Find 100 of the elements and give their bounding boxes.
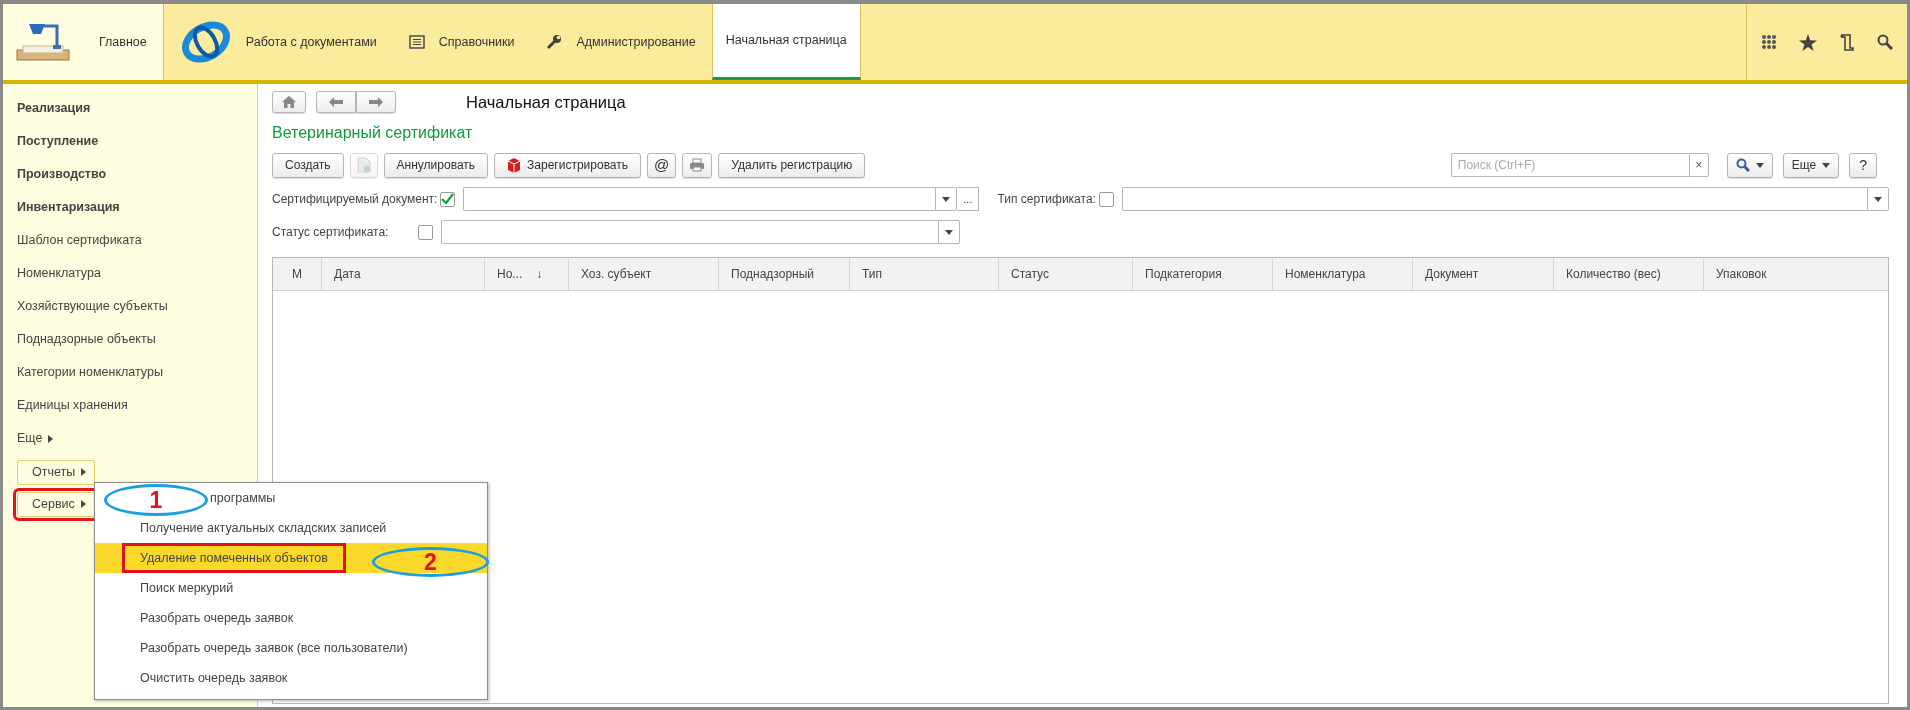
forward-button[interactable] — [356, 91, 396, 114]
section-link[interactable]: Реализация — [17, 92, 257, 125]
filter-checkbox[interactable] — [440, 191, 456, 207]
back-button[interactable] — [316, 91, 356, 114]
column-title: М — [292, 265, 302, 283]
column-title: Тип — [862, 265, 882, 283]
search-icon[interactable] — [1877, 34, 1893, 50]
scroll-icon[interactable] — [1839, 33, 1855, 51]
caret-icon — [942, 196, 951, 202]
column-header[interactable]: Дата — [322, 257, 485, 290]
column-header[interactable]: Подкатегория — [1133, 257, 1273, 290]
filter-field[interactable] — [1121, 187, 1867, 212]
filter-label: Тип сертификата: — [997, 191, 1096, 209]
toolbar-button[interactable]: Аннулировать — [383, 152, 489, 178]
command-link[interactable]: Шаблон сертификата — [17, 224, 257, 257]
callout-number: 1 — [104, 484, 208, 516]
register-button[interactable]: Зарегистрировать — [494, 152, 642, 178]
column-header[interactable]: Статус — [999, 257, 1133, 290]
filter-label: Статус сертификата: — [272, 224, 390, 242]
command-link[interactable]: Единицы хранения — [17, 389, 257, 422]
dropdown-button[interactable] — [938, 220, 960, 245]
toolbar-button[interactable]: Удалить регистрацию — [718, 152, 866, 178]
menu-item[interactable]: программы — [207, 483, 487, 513]
section-link[interactable]: Производство — [17, 158, 257, 191]
command-link[interactable]: Поднадзорные объекты — [17, 323, 257, 356]
home-icon — [282, 96, 296, 109]
filter-label: Сертифицируемый документ: — [272, 191, 438, 209]
apps-grid-icon[interactable] — [1761, 34, 1777, 50]
column-title: Подкатегория — [1145, 265, 1222, 283]
toolbar-button[interactable]: @ — [647, 152, 677, 178]
checkmark-icon — [441, 193, 455, 206]
column-header[interactable]: Тип — [850, 257, 999, 290]
column-header[interactable]: Упаковок — [1704, 257, 1888, 290]
toolbar-button[interactable]: Создать — [272, 152, 344, 178]
document-add-icon — [356, 157, 371, 174]
column-title: Номенклатура — [1285, 265, 1366, 283]
submenu-button[interactable]: Отчеты — [17, 460, 96, 485]
filter-field[interactable] — [463, 187, 936, 212]
callout-number: 2 — [372, 547, 489, 577]
column-title: Но... — [497, 265, 523, 283]
section-tab[interactable]: Справочники — [392, 4, 531, 80]
caret-icon — [80, 500, 86, 509]
page-title: Начальная страница — [466, 92, 626, 113]
choose-button[interactable]: ... — [957, 187, 980, 212]
filter-checkbox[interactable] — [418, 224, 433, 240]
section-link[interactable]: Поступление — [17, 125, 257, 158]
filter-field[interactable] — [441, 220, 938, 245]
ring-logo-icon — [179, 19, 232, 65]
caret-icon — [48, 434, 54, 443]
caret-icon — [1755, 162, 1764, 168]
search-field[interactable]: Поиск (Ctrl+F) — [1450, 153, 1689, 178]
filter-checkbox[interactable] — [1098, 191, 1114, 207]
column-title: Упаковок — [1716, 265, 1767, 283]
column-title: Поднадзорный — [731, 265, 814, 283]
search-icon — [1735, 158, 1750, 173]
column-title: Дата — [334, 265, 361, 283]
wrench-icon — [546, 34, 563, 50]
command-link[interactable]: Хозяйствующие субъекты — [17, 290, 257, 323]
caret-icon — [1822, 162, 1831, 168]
sort-arrow: ↓ — [536, 265, 543, 283]
section-tab[interactable]: Работа с документами — [163, 4, 393, 80]
column-title: Статус — [1011, 265, 1049, 283]
caret-icon — [81, 468, 87, 477]
column-header[interactable]: Документ — [1413, 257, 1554, 290]
menu-item[interactable]: Разобрать очередь заявок — [95, 603, 487, 633]
star-icon[interactable] — [1799, 33, 1817, 51]
menu-item[interactable]: Очистить очередь заявок — [95, 663, 487, 693]
printer-icon — [689, 158, 706, 173]
column-header[interactable]: Но... ↓ — [485, 257, 569, 290]
dropdown-button[interactable] — [1867, 187, 1889, 212]
right-arrow-icon — [369, 97, 383, 108]
print-button[interactable] — [682, 152, 713, 178]
column-title: Хоз. субъект — [581, 265, 652, 283]
open-page-tab[interactable]: Начальная страница — [711, 4, 861, 80]
menu-item[interactable]: Получение актуальных складских записей — [95, 513, 487, 543]
search-options-button[interactable] — [1726, 152, 1773, 178]
more-button[interactable]: Еще — [1782, 152, 1840, 178]
form-title: Ветеринарный сертификат — [272, 122, 474, 143]
section-link[interactable]: Инвентаризация — [17, 191, 257, 224]
command-link[interactable]: Категории номенклатуры — [17, 356, 257, 389]
caret-icon — [945, 229, 953, 235]
list-icon — [408, 35, 425, 49]
package-icon — [507, 157, 522, 174]
column-header[interactable]: Номенклатура — [1273, 257, 1413, 290]
column-header[interactable]: Хоз. субъект — [569, 257, 719, 290]
clear-button[interactable]: × — [1688, 153, 1709, 178]
command-link[interactable]: Номенклатура — [17, 257, 257, 290]
column-header[interactable]: М — [273, 257, 322, 290]
menu-item[interactable]: Разобрать очередь заявок (все пользователи) — [95, 633, 487, 663]
more-link[interactable]: Еще — [17, 429, 43, 448]
section-tab[interactable]: Главное — [3, 4, 164, 80]
help-button[interactable]: ? — [1849, 152, 1877, 178]
column-title: Количество (вес) — [1566, 265, 1661, 283]
home-button[interactable] — [272, 91, 306, 114]
section-tab[interactable]: Администрирование — [530, 4, 712, 80]
column-header[interactable]: Поднадзорный — [719, 257, 850, 290]
column-header[interactable]: Количество (вес) — [1554, 257, 1704, 290]
left-arrow-icon — [329, 97, 343, 108]
dropdown-button[interactable] — [935, 187, 958, 212]
caret-icon — [1874, 196, 1882, 202]
